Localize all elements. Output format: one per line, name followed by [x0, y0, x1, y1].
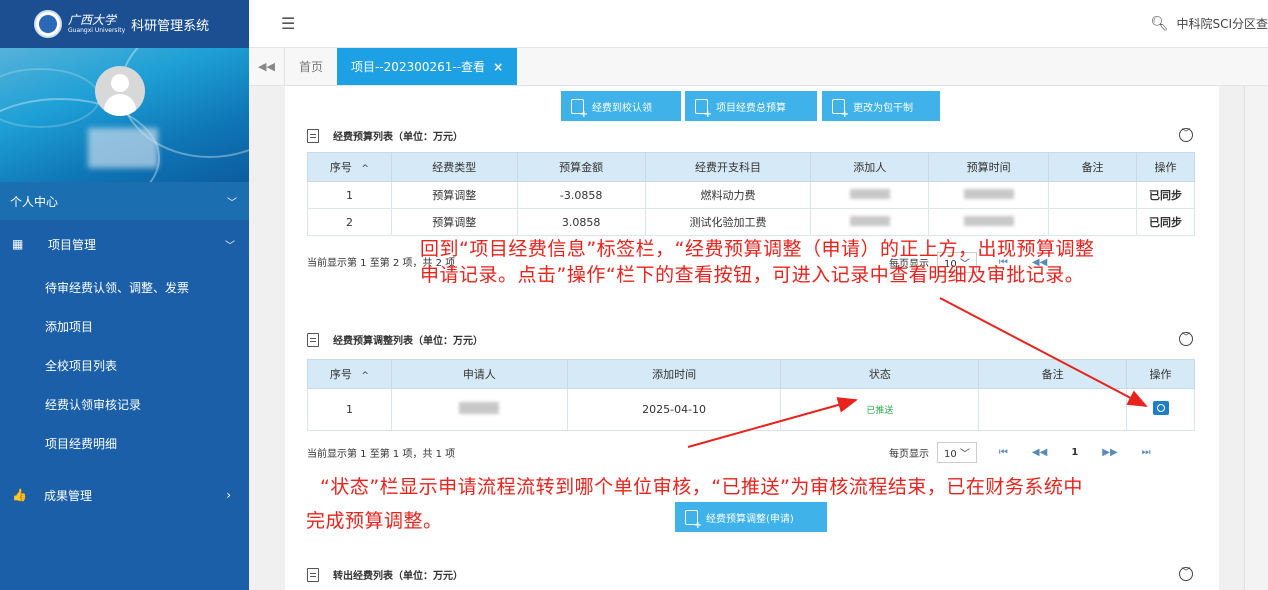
sidebar-item-fund-detail[interactable]: 项目经费明细: [0, 424, 249, 463]
sidebar-item-claim-audit[interactable]: 经费认领审核记录: [0, 385, 249, 424]
fund-claim-button[interactable]: 经费到校认领: [561, 91, 681, 121]
transfer-list-header: 转出经费列表（单位：万元）: [307, 567, 463, 582]
tab-scroll-left-icon[interactable]: ◀◀: [249, 48, 285, 85]
sidebar-submenu: 待审经费认领、调整、发票 添加项目 全校项目列表 经费认领审核记录 项目经费明细: [0, 268, 249, 463]
sidebar-item-project-management[interactable]: ▦ 项目管理 ﹀: [0, 220, 249, 268]
logo-school-name: 广西大学: [68, 13, 117, 27]
section-title: 经费预算列表（单位：万元）: [333, 132, 463, 143]
profile-banner: [0, 48, 249, 182]
document-icon: [307, 332, 319, 347]
prev-page-icon[interactable]: ◀◀: [1032, 447, 1047, 458]
last-page-icon[interactable]: ⏭: [1142, 447, 1151, 458]
annotation-top-line2: 申请记录。点击”操作“栏下的查看按钮，可进入记录中查看明细及审批记录。: [420, 264, 1085, 286]
redacted-name: [849, 215, 890, 226]
user-name-blurred: [88, 128, 158, 168]
chevron-down-icon: ﹀: [225, 240, 235, 252]
table-row: 1 预算调整 -3.0858 燃料动力费 已同步: [307, 181, 1195, 209]
budget-adjust-apply-button[interactable]: 经费预算调整(申请): [675, 502, 827, 532]
change-lump-sum-button[interactable]: 更改为包干制: [822, 91, 940, 121]
budget-table: 序号 ^ 经费类型 预算金额 经费开支科目 添加人 预算时间 备注 操作 1 预…: [307, 152, 1195, 236]
table-row: 1 2025-04-10 已推送: [307, 388, 1195, 431]
sidebar-item-label: 成果管理: [44, 488, 93, 503]
document-add-icon: [685, 509, 702, 531]
chevron-right-icon: ›: [226, 488, 231, 502]
adjust-table: 序号 ^ 申请人 添加时间 状态 备注 操作 1 2025-04-10 已推送: [307, 359, 1195, 431]
annotation-top-line1: 回到“项目经费信息”标签栏，“经费预算调整（申请）的正上方，出现预算调整: [420, 238, 1095, 260]
annotation-bottom-line1: “状态”栏显示申请流程流转到哪个单位审核，“已推送”为审核流程结束，已在财务系统…: [320, 476, 1083, 498]
tab-project-view[interactable]: 项目--202300261--查看 ×: [337, 48, 518, 85]
sidebar-item-result-management[interactable]: 👍 成果管理 ›: [0, 473, 249, 517]
column-header: 备注: [978, 359, 1128, 389]
close-icon[interactable]: ×: [493, 60, 503, 74]
section-title: 经费预算调整列表（单位：万元）: [333, 336, 483, 347]
thumbs-up-icon: 👍: [12, 488, 27, 502]
column-header: 预算金额: [516, 152, 646, 182]
sidebar-item-add-project[interactable]: 添加项目: [0, 307, 249, 346]
column-header: 预算时间: [928, 152, 1050, 182]
logo-school-name-en: Guangxi University: [68, 27, 126, 34]
sort-icon: ^: [361, 164, 369, 174]
redacted-name: [849, 188, 890, 199]
redacted-applicant: [459, 402, 500, 414]
scrollbar[interactable]: [1244, 86, 1268, 590]
document-icon: [307, 567, 319, 582]
university-logo-icon: [34, 10, 62, 38]
collapse-icon[interactable]: ﹀: [1179, 128, 1193, 142]
document-icon: [307, 128, 319, 143]
sidebar-item-all-projects[interactable]: 全校项目列表: [0, 346, 249, 385]
adjust-list-header: 经费预算调整列表（单位：万元）: [307, 332, 483, 347]
column-header: 备注: [1048, 152, 1137, 182]
column-header: 经费类型: [390, 152, 518, 182]
current-page[interactable]: 1: [1071, 447, 1078, 458]
chevron-down-icon: ﹀: [227, 197, 237, 209]
tab-label: 项目--202300261--查看: [351, 60, 486, 74]
annotation-bottom-line2: 完成预算调整。: [306, 510, 443, 532]
sidebar-item-personal-center[interactable]: 个人中心 ﹀: [0, 182, 249, 220]
logo-bar: 广西大学 Guangxi University 科研管理系统: [0, 0, 249, 48]
document-add-icon: [832, 98, 849, 120]
sort-icon: ^: [361, 371, 369, 381]
logo-system-name: 科研管理系统: [131, 18, 210, 34]
avatar[interactable]: [95, 66, 145, 116]
column-header: 操作: [1136, 152, 1195, 182]
section-title: 转出经费列表（单位：万元）: [333, 571, 463, 582]
redacted-time: [963, 215, 1014, 226]
column-header: 添加人: [810, 152, 930, 182]
column-header-no[interactable]: 序号 ^: [307, 359, 392, 389]
status-badge: 已推送: [866, 406, 894, 416]
top-bar: ☰ 🔍︎ 中科院SCI分区查: [249, 0, 1268, 48]
tab-home[interactable]: 首页: [285, 48, 337, 85]
grid-icon: ▦: [12, 237, 24, 251]
document-add-icon: [571, 98, 588, 120]
column-header-no[interactable]: 序号 ^: [307, 152, 392, 182]
sidebar: 广西大学 Guangxi University 科研管理系统 个人中心 ﹀ ▦ …: [0, 0, 249, 590]
total-budget-button[interactable]: 项目经费总预算: [685, 91, 817, 121]
view-detail-icon[interactable]: [1152, 401, 1169, 415]
sci-partition-link[interactable]: 中科院SCI分区查: [1176, 15, 1268, 32]
next-page-icon[interactable]: ▶▶: [1102, 447, 1117, 458]
budget-list-header: 经费预算列表（单位：万元）: [307, 128, 463, 143]
menu-toggle-icon[interactable]: ☰: [281, 14, 295, 33]
sync-status: 已同步: [1136, 181, 1195, 209]
sidebar-item-label: 项目管理: [48, 237, 97, 252]
adjust-pager: 每页显示 10 ﹀ ⏮ ◀◀ 1 ▶▶ ⏭: [889, 442, 1163, 463]
column-header: 添加时间: [566, 359, 782, 389]
sync-status: 已同步: [1136, 208, 1195, 236]
first-page-icon[interactable]: ⏮: [999, 447, 1008, 458]
column-header: 经费开支科目: [644, 152, 812, 182]
table-row: 2 预算调整 3.0858 测试化验加工费 已同步: [307, 208, 1195, 236]
column-header: 状态: [780, 359, 980, 389]
search-icon[interactable]: 🔍︎: [1151, 16, 1169, 32]
redacted-time: [963, 188, 1014, 199]
collapse-icon[interactable]: ﹀: [1179, 567, 1193, 581]
adjust-table-info: 当前显示第 1 至第 1 项，共 1 项: [307, 449, 456, 460]
collapse-icon[interactable]: ﹀: [1179, 332, 1193, 346]
sidebar-item-pending-fund[interactable]: 待审经费认领、调整、发票: [0, 268, 249, 307]
document-add-icon: [695, 98, 712, 120]
column-header: 操作: [1126, 359, 1195, 389]
per-page-select[interactable]: 10 ﹀: [937, 442, 977, 463]
column-header: 申请人: [390, 359, 568, 389]
tab-bar: ◀◀ 首页 项目--202300261--查看 ×: [249, 48, 1268, 86]
sidebar-item-label: 个人中心: [10, 194, 59, 209]
